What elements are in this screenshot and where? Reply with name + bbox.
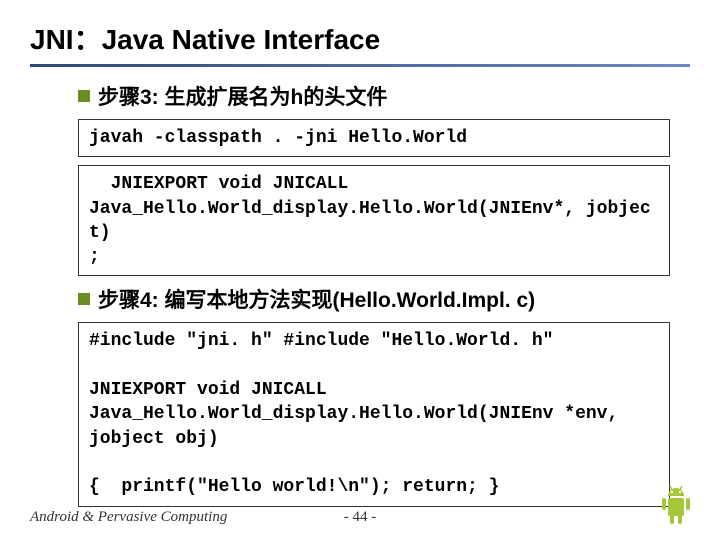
step4-heading: 步骤4: 编写本地方法实现(Hello.World.Impl. c) [78, 284, 670, 314]
step3-heading: 步骤3: 生成扩展名为h的头文件 [78, 81, 670, 111]
bullet-icon [78, 90, 90, 102]
step3-code2: JNIEXPORT void JNICALL Java_Hello.World_… [78, 165, 670, 276]
step4-heading-text: 步骤4: 编写本地方法实现(Hello.World.Impl. c) [98, 284, 535, 314]
footer: Android & Pervasive Computing - 44 - [0, 509, 720, 526]
step4-code1: #include "jni. h" #include "Hello.World.… [78, 322, 670, 506]
bullet-icon [78, 293, 90, 305]
footer-left: Android & Pervasive Computing [30, 509, 227, 526]
step3-heading-text: 步骤3: 生成扩展名为h的头文件 [98, 81, 387, 111]
android-icon [654, 480, 698, 530]
step3-code1: javah -classpath . -jni Hello.World [78, 119, 670, 157]
title-underline [30, 64, 690, 67]
footer-page: - 44 - [344, 509, 377, 526]
page-title: JNI：Java Native Interface [30, 18, 690, 64]
